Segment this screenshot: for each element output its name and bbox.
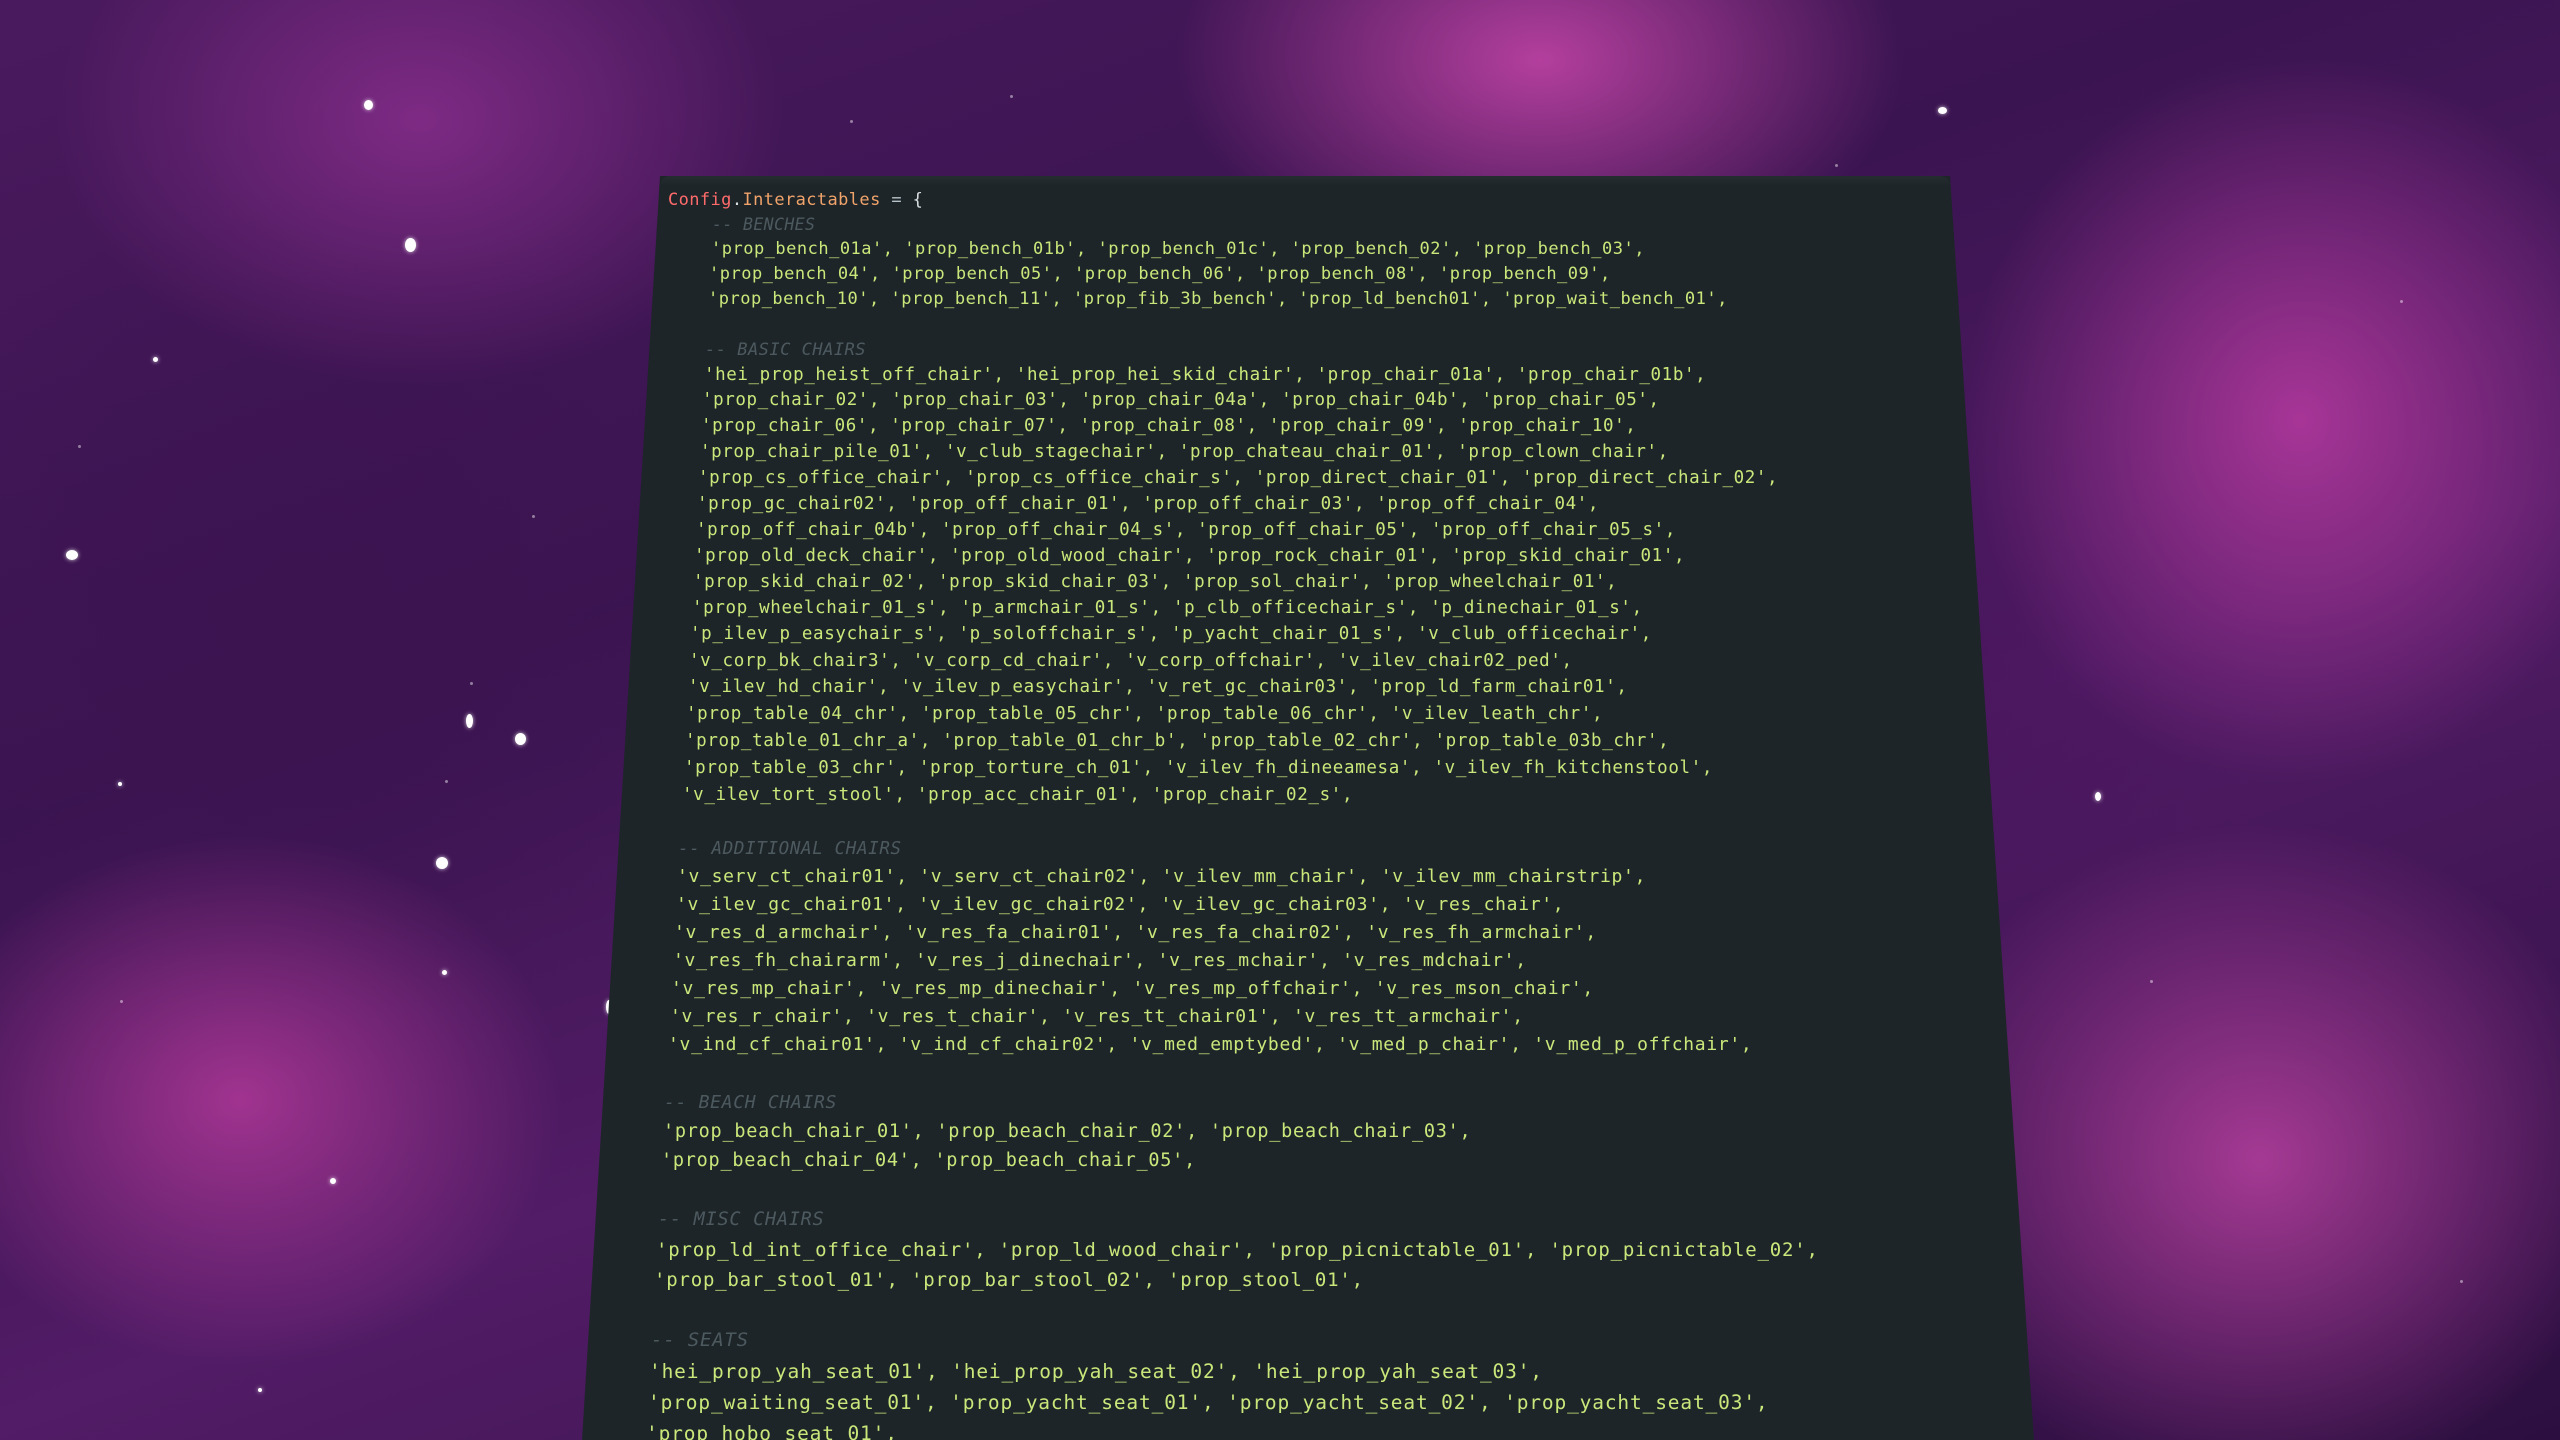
- code-line: 'prop_off_chair_04b', 'prop_off_chair_04…: [696, 520, 1676, 540]
- code-line: 'v_res_r_chair', 'v_res_t_chair', 'v_res…: [670, 1006, 1524, 1027]
- code-line: 'prop_hobo_seat_01',: [646, 1422, 898, 1440]
- section-comment: -- BASIC CHAIRS: [705, 340, 867, 360]
- config-object: Config: [668, 190, 732, 210]
- code-line: 'prop_beach_chair_01', 'prop_beach_chair…: [663, 1121, 1472, 1142]
- code-line: 'v_corp_bk_chair3', 'v_corp_cd_chair', '…: [689, 651, 1573, 671]
- code-line: 'hei_prop_yah_seat_01', 'hei_prop_yah_se…: [649, 1360, 1543, 1383]
- code-line: 'v_ilev_tort_stool', 'prop_acc_chair_01'…: [682, 785, 1354, 805]
- code-line: 'p_ilev_p_easychair_s', 'p_soloffchair_s…: [690, 624, 1652, 644]
- code-line: 'prop_old_deck_chair', 'prop_old_wood_ch…: [694, 546, 1686, 566]
- code-line: 'v_ind_cf_chair01', 'v_ind_cf_chair02', …: [668, 1034, 1753, 1055]
- code-line: 'prop_waiting_seat_01', 'prop_yacht_seat…: [648, 1391, 1769, 1414]
- code-line: 'prop_bench_04', 'prop_bench_05', 'prop_…: [709, 264, 1611, 284]
- code-line: 'v_ilev_hd_chair', 'v_ilev_p_easychair',…: [688, 677, 1628, 697]
- desktop-background: Config.Interactables = { -- BENCHES 'prop…: [0, 0, 2560, 1440]
- code-line: 'prop_wheelchair_01_s', 'p_armchair_01_s…: [692, 598, 1643, 618]
- code-line: 'prop_skid_chair_02', 'prop_skid_chair_0…: [693, 572, 1618, 592]
- code-line: 'prop_bench_01a', 'prop_bench_01b', 'pro…: [711, 239, 1645, 259]
- config-property: Interactables: [742, 190, 881, 210]
- code-line: 'prop_bar_stool_01', 'prop_bar_stool_02'…: [654, 1269, 1364, 1291]
- code-line: 'v_res_fh_chairarm', 'v_res_j_dinechair'…: [673, 950, 1527, 971]
- code-line: 'v_ilev_gc_chair01', 'v_ilev_gc_chair02'…: [676, 894, 1565, 915]
- code-line: 'prop_table_03_chr', 'prop_torture_ch_01…: [684, 758, 1714, 778]
- config-header-line: Config.Interactables = {: [668, 190, 923, 210]
- code-editor[interactable]: Config.Interactables = { -- BENCHES 'prop…: [0, 0, 2560, 1440]
- config-open-brace: {: [912, 190, 924, 210]
- code-line: 'prop_bench_10', 'prop_bench_11', 'prop_…: [708, 289, 1728, 309]
- section-comment: -- BENCHES: [712, 215, 816, 234]
- code-line: 'prop_beach_chair_04', 'prop_beach_chair…: [661, 1150, 1196, 1171]
- code-line: 'prop_gc_chair02', 'prop_off_chair_01', …: [697, 494, 1600, 514]
- code-line: 'v_serv_ct_chair01', 'v_serv_ct_chair02'…: [677, 866, 1647, 887]
- code-line: 'prop_cs_office_chair', 'prop_cs_office_…: [698, 468, 1779, 488]
- code-line: 'prop_chair_06', 'prop_chair_07', 'prop_…: [701, 416, 1637, 436]
- section-comment: -- BEACH CHAIRS: [664, 1092, 838, 1113]
- code-line: 'prop_chair_02', 'prop_chair_03', 'prop_…: [702, 390, 1660, 410]
- config-dot: .: [731, 190, 743, 210]
- section-comment: -- SEATS: [651, 1329, 749, 1351]
- code-line: 'v_res_d_armchair', 'v_res_fa_chair01', …: [674, 922, 1597, 943]
- section-comment: -- MISC CHAIRS: [658, 1209, 825, 1230]
- code-line: 'prop_table_04_chr', 'prop_table_05_chr'…: [686, 704, 1604, 724]
- section-comment: -- ADDITIONAL CHAIRS: [678, 839, 902, 859]
- code-line: 'hei_prop_heist_off_chair', 'hei_prop_he…: [704, 365, 1707, 385]
- code-line: 'prop_ld_int_office_chair', 'prop_ld_woo…: [656, 1239, 1819, 1261]
- code-line: 'v_res_mp_chair', 'v_res_mp_dinechair', …: [671, 978, 1594, 999]
- code-line: 'prop_table_01_chr_a', 'prop_table_01_ch…: [685, 731, 1670, 751]
- config-assign: =: [880, 190, 913, 210]
- code-line: 'prop_chair_pile_01', 'v_club_stagechair…: [700, 442, 1669, 462]
